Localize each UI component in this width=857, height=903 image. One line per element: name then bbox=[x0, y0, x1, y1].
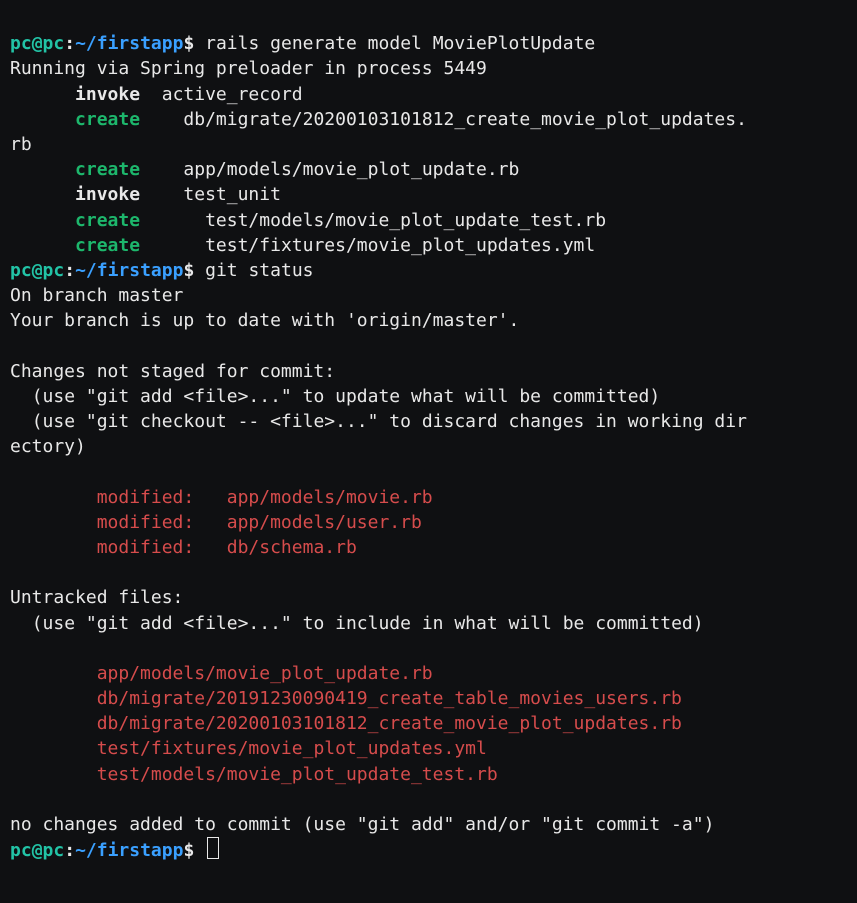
git-help-include: (use "git add <file>..." to include in w… bbox=[10, 613, 704, 634]
rails-create-migration: create db/migrate/20200103101812_create_… bbox=[10, 109, 747, 130]
prompt-colon: : bbox=[64, 840, 75, 861]
git-help-checkout: (use "git checkout -- <file>..." to disc… bbox=[10, 411, 747, 432]
prompt-path: ~/firstapp bbox=[75, 260, 183, 281]
git-untracked-file: test/models/movie_plot_update_test.rb bbox=[10, 764, 498, 785]
invoke-keyword: invoke bbox=[75, 184, 140, 205]
git-branch-line: On branch master bbox=[10, 285, 183, 306]
prompt-user: pc bbox=[10, 33, 32, 54]
terminal[interactable]: pc@pc:~/firstapp$ rails generate model M… bbox=[0, 0, 857, 903]
prompt-path: ~/firstapp bbox=[75, 840, 183, 861]
rails-invoke-active-record: invoke active_record bbox=[10, 84, 303, 105]
rails-create-fixture: create test/fixtures/movie_plot_updates.… bbox=[10, 235, 595, 256]
create-keyword: create bbox=[75, 109, 140, 130]
cursor-icon bbox=[207, 837, 219, 859]
git-untracked-file: db/migrate/20191230090419_create_table_m… bbox=[10, 688, 682, 709]
prompt-host: pc bbox=[43, 33, 65, 54]
prompt-line-2: pc@pc:~/firstapp$ git status bbox=[10, 260, 314, 281]
prompt-user: pc bbox=[10, 260, 32, 281]
prompt-user: pc bbox=[10, 840, 32, 861]
git-changes-header: Changes not staged for commit: bbox=[10, 361, 335, 382]
rails-create-migration-wrap: rb bbox=[10, 134, 32, 155]
git-help-add: (use "git add <file>..." to update what … bbox=[10, 386, 660, 407]
prompt-at: @ bbox=[32, 33, 43, 54]
prompt-dollar: $ bbox=[183, 840, 205, 861]
create-keyword: create bbox=[75, 210, 140, 231]
git-untracked-header: Untracked files: bbox=[10, 587, 183, 608]
prompt-colon: : bbox=[64, 33, 75, 54]
create-keyword: create bbox=[75, 235, 140, 256]
command-rails-generate: rails generate model MoviePlotUpdate bbox=[205, 33, 595, 54]
prompt-host: pc bbox=[43, 840, 65, 861]
prompt-at: @ bbox=[32, 840, 43, 861]
spring-preloader-line: Running via Spring preloader in process … bbox=[10, 58, 487, 79]
prompt-line-3[interactable]: pc@pc:~/firstapp$ bbox=[10, 840, 219, 861]
rails-create-model: create app/models/movie_plot_update.rb bbox=[10, 159, 519, 180]
prompt-at: @ bbox=[32, 260, 43, 281]
git-modified-file: modified: db/schema.rb bbox=[10, 537, 357, 558]
create-keyword: create bbox=[75, 159, 140, 180]
prompt-path: ~/firstapp bbox=[75, 33, 183, 54]
rails-invoke-test-unit: invoke test_unit bbox=[10, 184, 281, 205]
invoke-keyword: invoke bbox=[75, 84, 140, 105]
git-untracked-file: db/migrate/20200103101812_create_movie_p… bbox=[10, 713, 682, 734]
git-untracked-file: app/models/movie_plot_update.rb bbox=[10, 663, 433, 684]
prompt-host: pc bbox=[43, 260, 65, 281]
rails-create-test: create test/models/movie_plot_update_tes… bbox=[10, 210, 606, 231]
git-uptodate-line: Your branch is up to date with 'origin/m… bbox=[10, 310, 519, 331]
git-modified-file: modified: app/models/user.rb bbox=[10, 512, 422, 533]
prompt-dollar: $ bbox=[183, 33, 205, 54]
prompt-dollar: $ bbox=[183, 260, 205, 281]
git-help-checkout-wrap: ectory) bbox=[10, 436, 86, 457]
prompt-line-1: pc@pc:~/firstapp$ rails generate model M… bbox=[10, 33, 595, 54]
command-git-status: git status bbox=[205, 260, 313, 281]
prompt-colon: : bbox=[64, 260, 75, 281]
git-modified-file: modified: app/models/movie.rb bbox=[10, 487, 433, 508]
git-untracked-file: test/fixtures/movie_plot_updates.yml bbox=[10, 738, 487, 759]
git-footer: no changes added to commit (use "git add… bbox=[10, 814, 714, 835]
